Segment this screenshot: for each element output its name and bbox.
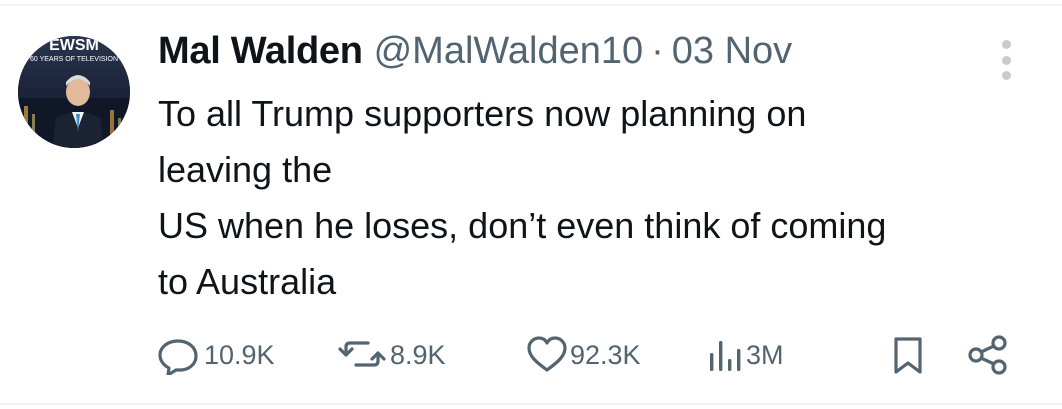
views-count: 3M <box>746 339 784 370</box>
heart-icon <box>527 336 567 372</box>
tweet-header: Mal Walden @MalWalden10 · 03 Nov <box>158 30 792 80</box>
tweet-date[interactable]: 03 Nov <box>672 30 792 73</box>
like-button[interactable]: 92.3K <box>526 330 641 380</box>
views-button[interactable]: 3M <box>706 330 784 380</box>
header-separator: · <box>651 30 664 72</box>
reply-count: 10.9K <box>204 339 275 370</box>
avatar-image: EWSM 60 YEARS OF TELEVISION <box>18 36 130 148</box>
repost-button[interactable]: 8.9K <box>338 330 446 380</box>
reply-button[interactable]: 10.9K <box>158 330 275 380</box>
reply-icon <box>158 339 198 375</box>
author-name[interactable]: Mal Walden <box>158 30 363 73</box>
tweet-actions: 10.9K 8.9K 92.3K 3M <box>158 330 1018 380</box>
bookmark-button[interactable] <box>890 330 926 380</box>
more-options-icon[interactable] <box>990 40 1022 80</box>
share-icon <box>968 335 1007 375</box>
author-handle[interactable]: @MalWalden10 <box>374 30 644 73</box>
tweet-text-line: To all Trump supporters now planning on <box>158 93 807 134</box>
bookmark-icon <box>894 337 922 374</box>
top-divider <box>0 4 1062 6</box>
tweet-text: To all Trump supporters now planning on … <box>158 86 1038 310</box>
avatar-banner-title: EWSM <box>49 37 99 54</box>
bottom-divider <box>0 403 1062 405</box>
repost-icon <box>338 341 386 367</box>
like-count: 92.3K <box>570 339 641 370</box>
tweet-text-line: US when he loses, don’t even think of co… <box>158 205 887 246</box>
views-icon <box>710 341 741 371</box>
avatar-banner-subtitle: 60 YEARS OF TELEVISION <box>30 56 118 63</box>
tweet-text-line: to Australia <box>158 261 337 302</box>
avatar[interactable]: EWSM 60 YEARS OF TELEVISION <box>18 36 130 148</box>
tweet-text-line: leaving the <box>158 149 333 190</box>
share-button[interactable] <box>966 330 1010 380</box>
repost-count: 8.9K <box>390 339 446 370</box>
